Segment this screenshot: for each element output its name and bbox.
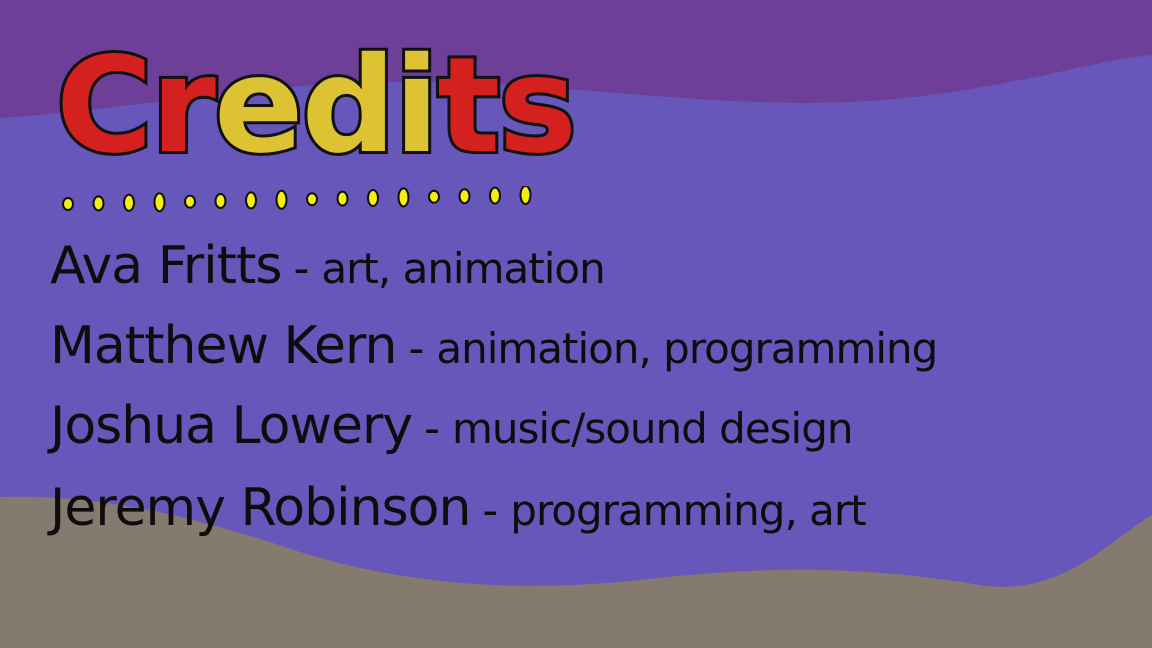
credit-role: art, animation [321,244,605,293]
title-dot [123,193,135,212]
credit-separator: - [424,403,440,454]
credit-separator: - [408,323,425,374]
title-letter: d [299,29,399,183]
title-dot [62,197,74,211]
title-dot [184,194,196,209]
credit-name: Jeremy Robinson [50,478,471,538]
credit-role: music/sound design [452,404,853,453]
credit-name: Matthew Kern [50,316,397,376]
title-dot [489,186,501,205]
title-underline-dots [62,186,532,213]
title-dot [214,193,227,209]
credit-line: Joshua Lowery - music/sound design [50,396,853,456]
title-dot [306,192,318,207]
credit-line: Jeremy Robinson - programming, art [50,478,867,538]
credit-separator: - [482,485,499,536]
title-dot [275,189,288,210]
title-letter: e [211,29,306,183]
title-letter: r [148,29,219,183]
title-dot [92,195,105,212]
title-dot [153,192,166,213]
credit-name: Ava Fritts [50,236,283,296]
credit-line: Matthew Kern - animation, programming [50,316,938,376]
title-letter: C [53,29,156,183]
title-dot [367,189,379,207]
title-letter: i [391,29,442,183]
credits-title: Credits [53,29,580,183]
credit-role: animation, programming [436,324,938,373]
title-dot [519,186,532,205]
title-dot [245,191,257,210]
title-dot [458,188,471,205]
credit-separator: - [293,243,310,294]
title-dot [428,189,440,204]
title-letter: t [434,29,503,183]
title-dot [336,190,349,207]
credit-line: Ava Fritts - art, animation [50,236,606,296]
title-letter: s [495,29,580,183]
title-dot [397,187,410,208]
credit-name: Joshua Lowery [50,396,413,456]
credit-role: programming, art [510,486,866,535]
